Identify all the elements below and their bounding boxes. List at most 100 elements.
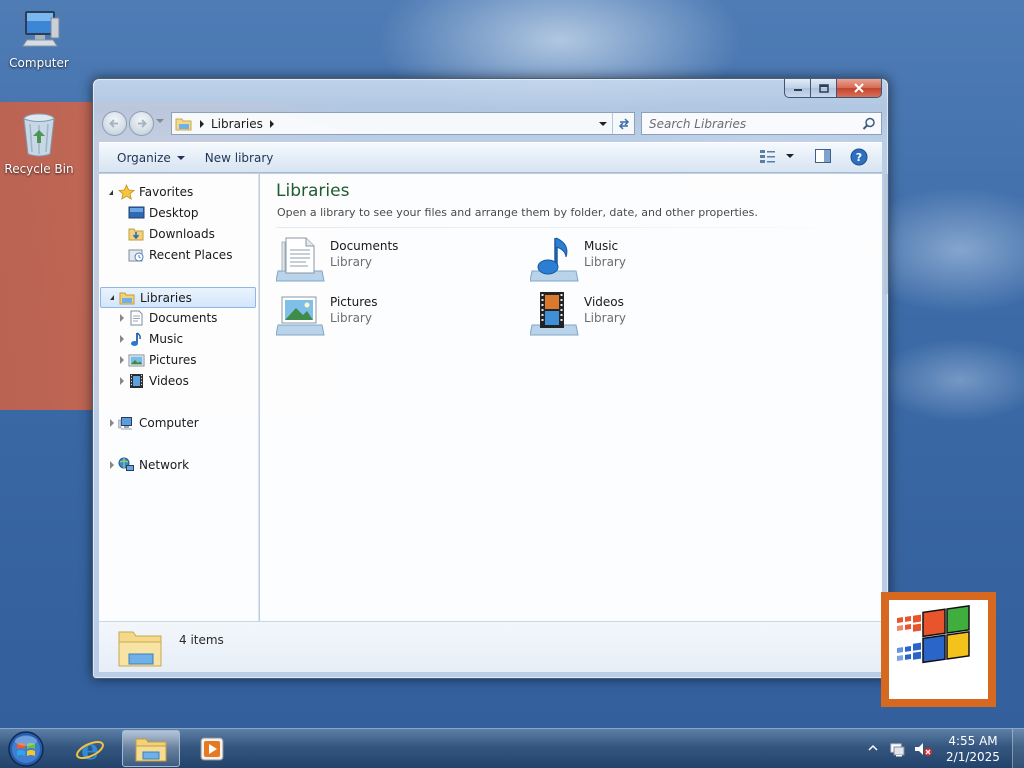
back-button[interactable] [102, 111, 127, 136]
computer-icon [22, 11, 60, 47]
help-icon: ? [850, 148, 868, 166]
search-icon [862, 117, 875, 130]
tree-item-favorites[interactable]: Favorites [99, 182, 257, 203]
music-library-icon [530, 237, 579, 282]
libraries-folder-icon [175, 118, 192, 130]
search-input[interactable]: Search Libraries [641, 112, 882, 135]
content-pane: Libraries Open a library to see your fil… [260, 174, 882, 621]
show-hidden-icons-chevron-icon[interactable] [868, 744, 878, 752]
videos-filmstrip-icon [130, 374, 143, 388]
tree-label: Videos [149, 374, 189, 388]
tree-item-downloads[interactable]: Downloads [99, 224, 257, 245]
library-tile-music[interactable]: Music Library [530, 235, 770, 285]
taskbar: e 4:55 AM 2/1/2025 [0, 728, 1024, 768]
downloads-folder-icon [128, 228, 144, 241]
address-history-dropdown[interactable] [596, 113, 610, 134]
desktop-icon-computer[interactable]: Computer [0, 8, 78, 70]
windows-explorer-icon [135, 738, 167, 761]
internet-explorer-icon: e [76, 734, 104, 764]
tree-label: Computer [139, 416, 199, 430]
start-orb-icon [8, 731, 44, 767]
recent-places-icon [128, 249, 144, 262]
tree-label: Libraries [140, 291, 192, 305]
breadcrumb-separator[interactable] [269, 119, 274, 128]
explorer-window: Libraries Search Libraries Organize New … [92, 78, 889, 679]
tree-label: Downloads [149, 227, 215, 241]
back-arrow-icon [109, 119, 118, 128]
collapsed-arrow-icon[interactable] [110, 419, 114, 427]
details-pane: 4 items [99, 621, 882, 672]
clock-date: 2/1/2025 [946, 750, 1000, 764]
favorites-star-icon [118, 184, 135, 200]
chevron-down-icon [786, 154, 794, 158]
collapsed-arrow-icon[interactable] [120, 314, 124, 322]
tree-item-music[interactable]: Music [99, 329, 257, 350]
expanded-arrow-icon [109, 190, 113, 195]
documents-library-icon [276, 237, 325, 282]
tree-item-network[interactable]: Network [99, 455, 257, 476]
address-bar[interactable]: Libraries [171, 112, 635, 135]
show-desktop-button[interactable] [1012, 729, 1024, 768]
help-button[interactable]: ? [850, 148, 868, 166]
tree-item-pictures[interactable]: Pictures [99, 350, 257, 371]
new-library-label: New library [204, 150, 274, 165]
preview-pane-button[interactable] [814, 148, 832, 164]
library-type: Library [584, 255, 626, 269]
collapsed-arrow-icon[interactable] [110, 461, 114, 469]
tree-label: Favorites [139, 185, 194, 199]
preview-pane-icon [815, 149, 831, 163]
search-placeholder: Search Libraries [649, 116, 747, 131]
library-name: Pictures [330, 295, 378, 309]
svg-text:?: ? [856, 151, 862, 164]
tray-clock[interactable]: 4:55 AM 2/1/2025 [940, 733, 1006, 765]
network-tray-icon[interactable] [889, 741, 907, 757]
music-note-icon [131, 332, 141, 346]
library-name: Music [584, 239, 619, 253]
tree-item-documents[interactable]: Documents [99, 308, 257, 329]
window-edge [884, 174, 888, 294]
close-button[interactable] [837, 79, 882, 98]
item-count: 4 items [179, 633, 224, 647]
library-tile-videos[interactable]: Videos Library [530, 291, 770, 341]
tree-item-computer[interactable]: Computer [99, 413, 257, 434]
navigation-pane: Favorites Desktop Downloads Recent Place… [99, 174, 259, 621]
videos-library-icon [530, 292, 579, 336]
desktop-icon-recycle-bin[interactable]: Recycle Bin [0, 110, 78, 176]
maximize-button[interactable] [811, 79, 837, 98]
tree-label: Desktop [149, 206, 199, 220]
collapsed-arrow-icon[interactable] [120, 377, 124, 385]
library-tile-documents[interactable]: Documents Library [276, 235, 516, 285]
new-library-button[interactable]: New library [195, 143, 284, 172]
tree-item-recent-places[interactable]: Recent Places [99, 245, 257, 266]
minimize-button[interactable] [784, 79, 811, 98]
libraries-folder-icon [119, 292, 135, 305]
taskbar-internet-explorer[interactable]: e [68, 730, 112, 767]
breadcrumb-separator[interactable] [200, 119, 204, 128]
library-tile-pictures[interactable]: Pictures Library [276, 291, 516, 341]
navigation-row: Libraries Search Libraries [101, 110, 882, 136]
recent-pages-dropdown[interactable] [156, 119, 164, 123]
start-button[interactable] [6, 730, 46, 768]
taskbar-windows-explorer[interactable] [122, 730, 180, 767]
breadcrumb-libraries[interactable]: Libraries [211, 117, 263, 131]
network-icon [118, 457, 134, 471]
taskbar-media-player[interactable] [190, 730, 234, 767]
refresh-button[interactable] [612, 113, 634, 134]
clock-time: 4:55 AM [948, 734, 998, 748]
forward-button[interactable] [129, 111, 154, 136]
change-view-button[interactable] [759, 148, 794, 164]
tree-item-libraries[interactable]: Libraries [100, 287, 256, 308]
volume-muted-icon[interactable] [914, 741, 934, 757]
collapsed-arrow-icon[interactable] [120, 335, 124, 343]
close-icon [854, 83, 864, 93]
library-type: Library [584, 311, 626, 325]
collapsed-arrow-icon[interactable] [120, 356, 124, 364]
library-type: Library [330, 311, 372, 325]
tree-item-desktop[interactable]: Desktop [99, 203, 257, 224]
documents-icon [130, 310, 143, 326]
pictures-icon [128, 354, 145, 367]
chevron-down-icon [599, 121, 607, 126]
tree-item-videos[interactable]: Videos [99, 371, 257, 392]
organize-button[interactable]: Organize [107, 143, 195, 172]
windows-logo-badge [881, 592, 996, 707]
